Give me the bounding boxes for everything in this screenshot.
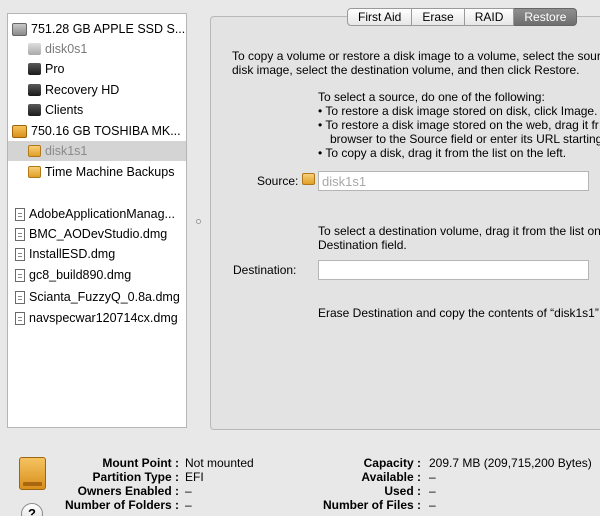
- sidebar-item-dmg[interactable]: AdobeApplicationManag...: [8, 204, 186, 224]
- info-value-owners-enabled: –: [185, 484, 192, 498]
- sidebar-item-disk1s1[interactable]: disk1s1: [8, 141, 186, 161]
- sidebar-item-label: AdobeApplicationManag...: [29, 207, 175, 221]
- source-field-value: disk1s1: [322, 173, 367, 189]
- sidebar-item-label: Time Machine Backups: [45, 165, 175, 179]
- destination-help-line: Destination field.: [318, 238, 407, 252]
- sidebar-item-disk0s1[interactable]: disk0s1: [8, 39, 186, 59]
- info-key-number-of-files: Number of Files :: [322, 498, 421, 512]
- sidebar-item-label: Clients: [45, 103, 84, 117]
- restore-intro-line: To copy a volume or restore a disk image…: [232, 49, 600, 63]
- disk-image-icon: [15, 247, 25, 261]
- source-instruction-bullet: • To restore a disk image stored on the …: [318, 118, 599, 132]
- source-volume-icon: [302, 173, 315, 185]
- sidebar-item-dmg[interactable]: gc8_build890.dmg: [8, 265, 186, 285]
- destination-field[interactable]: [318, 260, 589, 280]
- info-key-capacity: Capacity :: [363, 456, 421, 470]
- destination-help-line: To select a destination volume, drag it …: [318, 224, 600, 238]
- info-value-number-of-files: –: [429, 498, 436, 512]
- sidebar-item-dmg[interactable]: navspecwar120714cx.dmg: [8, 308, 186, 328]
- sidebar-item-label: 751.28 GB APPLE SSD S...: [31, 22, 186, 36]
- sidebar-item-time-machine-backups[interactable]: Time Machine Backups: [8, 162, 186, 182]
- sidebar-item-dmg[interactable]: InstallESD.dmg: [8, 244, 186, 264]
- sidebar-item-recovery-hd[interactable]: Recovery HD: [8, 80, 186, 100]
- disk-list-sidebar[interactable]: 751.28 GB APPLE SSD S... disk0s1 Pro Rec…: [7, 13, 187, 428]
- sidebar-item-label: Pro: [45, 62, 65, 76]
- disk-image-icon: [15, 290, 25, 304]
- sidebar-item-label: Scianta_FuzzyQ_0.8a.dmg: [29, 290, 180, 304]
- sidebar-item-label: gc8_build890.dmg: [29, 268, 132, 282]
- split-view-handle[interactable]: [196, 219, 201, 224]
- ssd-drive-icon: [12, 22, 27, 36]
- restore-panel: [210, 16, 600, 430]
- disk-image-icon: [15, 207, 25, 221]
- source-instruction-bullet-cont: browser to the Source field or enter its…: [330, 132, 600, 146]
- volume-icon: [28, 84, 41, 96]
- sidebar-item-label: Recovery HD: [45, 83, 120, 97]
- sidebar-item-label: InstallESD.dmg: [29, 247, 116, 261]
- external-volume-icon: [28, 145, 41, 157]
- info-value-mount-point: Not mounted: [185, 456, 254, 470]
- info-key-available: Available :: [361, 470, 421, 484]
- source-instruction-bullet: • To restore a disk image stored on disk…: [318, 104, 598, 118]
- sidebar-item-label: disk0s1: [45, 42, 88, 56]
- sidebar-item-label: BMC_AODevStudio.dmg: [29, 227, 168, 241]
- selected-disk-icon: [19, 457, 46, 490]
- source-instruction-bullet: • To copy a disk, drag it from the list …: [318, 146, 567, 160]
- tab-restore[interactable]: Restore: [514, 8, 578, 26]
- info-key-owners-enabled: Owners Enabled :: [77, 484, 179, 498]
- info-key-partition-type: Partition Type :: [92, 470, 179, 484]
- info-value-used: –: [429, 484, 436, 498]
- restore-intro-line: disk image, select the destination volum…: [232, 63, 580, 77]
- sidebar-item-label: disk1s1: [45, 144, 88, 158]
- tab-raid[interactable]: RAID: [464, 8, 515, 26]
- destination-label: Destination:: [233, 263, 297, 277]
- info-key-mount-point: Mount Point :: [102, 456, 179, 470]
- volume-icon: [28, 63, 41, 75]
- info-key-used: Used :: [384, 484, 421, 498]
- sidebar-item-pro[interactable]: Pro: [8, 59, 186, 79]
- info-value-number-of-folders: –: [185, 498, 192, 512]
- info-value-partition-type: EFI: [185, 470, 204, 484]
- sidebar-item-label: navspecwar120714cx.dmg: [29, 311, 178, 325]
- volume-icon: [28, 104, 41, 116]
- sidebar-item-clients[interactable]: Clients: [8, 100, 186, 120]
- sidebar-item-dmg[interactable]: BMC_AODevStudio.dmg: [8, 224, 186, 244]
- tab-erase[interactable]: Erase: [412, 8, 465, 26]
- source-label: Source:: [257, 174, 299, 188]
- tab-first-aid[interactable]: First Aid: [347, 8, 413, 26]
- disk-image-icon: [15, 311, 25, 325]
- info-value-available: –: [429, 470, 436, 484]
- erase-destination-checkbox-label[interactable]: Erase Destination and copy the contents …: [318, 306, 600, 320]
- external-drive-icon: [12, 124, 27, 138]
- sidebar-item-label: 750.16 GB TOSHIBA MK...: [31, 124, 181, 138]
- disk-image-icon: [15, 227, 25, 241]
- sidebar-item-dmg[interactable]: Scianta_FuzzyQ_0.8a.dmg: [8, 287, 186, 307]
- source-instructions-heading: To select a source, do one of the follow…: [318, 90, 545, 104]
- disk-image-icon: [15, 268, 25, 282]
- volume-icon: [28, 43, 41, 55]
- info-key-number-of-folders: Number of Folders :: [64, 498, 179, 512]
- info-value-capacity: 209.7 MB (209,715,200 Bytes): [429, 456, 592, 470]
- external-volume-icon: [28, 166, 41, 178]
- sidebar-item-toshiba[interactable]: 750.16 GB TOSHIBA MK...: [8, 121, 186, 141]
- tab-bar: First Aid Erase RAID Restore: [347, 8, 578, 26]
- sidebar-item-apple-ssd[interactable]: 751.28 GB APPLE SSD S...: [8, 19, 186, 39]
- help-button[interactable]: ?: [21, 503, 43, 516]
- source-field[interactable]: disk1s1: [318, 171, 589, 191]
